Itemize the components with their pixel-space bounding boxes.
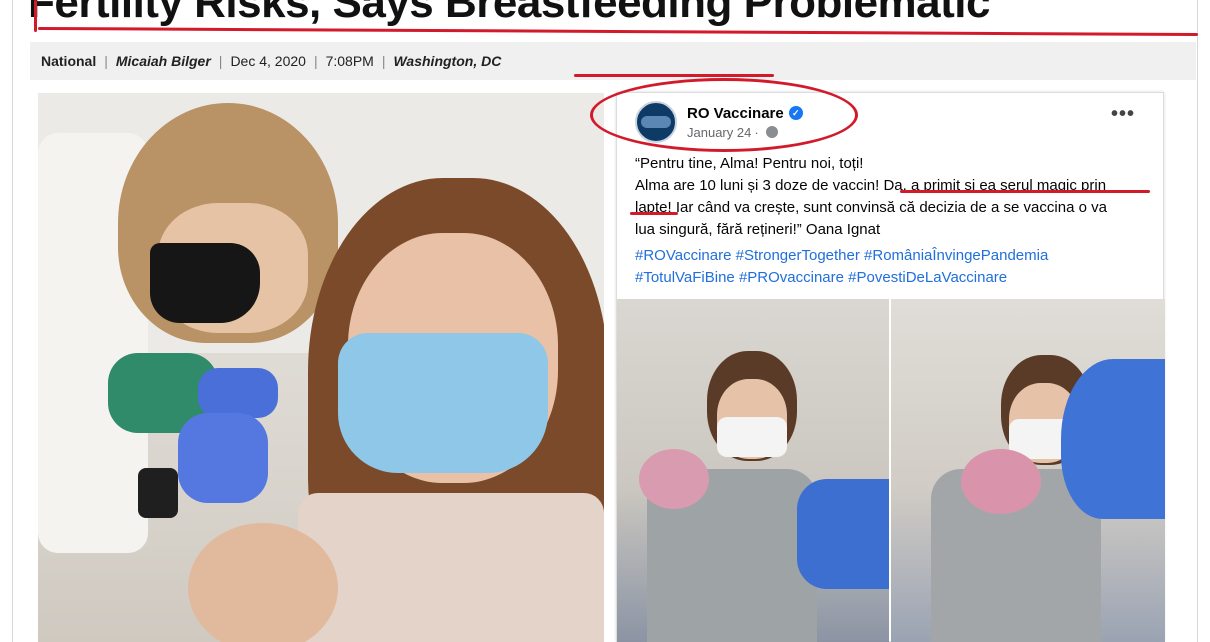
nurse-glove bbox=[198, 368, 278, 418]
hashtag-line[interactable]: #ROVaccinare #StrongerTogether #RomâniaÎ… bbox=[635, 245, 1151, 267]
page-name-red-circle bbox=[590, 78, 858, 152]
more-options-icon[interactable]: ••• bbox=[1111, 103, 1135, 126]
medic-blue-gown bbox=[1061, 359, 1165, 519]
post-hashtags: #ROVaccinare #StrongerTogether #RomâniaÎ… bbox=[635, 245, 1151, 289]
byline-location: Washington, DC bbox=[393, 53, 502, 69]
mother-top bbox=[298, 493, 604, 642]
vaccination-photo bbox=[38, 93, 604, 642]
facebook-post-card: RO Vaccinare ✓ January 24 · ••• “Pentru … bbox=[616, 92, 1165, 642]
baby-pink-hat bbox=[639, 449, 709, 509]
post-text-line: “Pentru tine, Alma! Pentru noi, toți! bbox=[635, 155, 864, 172]
post-image-2[interactable] bbox=[891, 299, 1165, 642]
mother-mask bbox=[717, 417, 787, 457]
nurse-black-mask bbox=[150, 243, 260, 323]
nurse-glove-2 bbox=[178, 413, 268, 503]
post-text: “Pentru tine, Alma! Pentru noi, toți! Al… bbox=[635, 153, 1151, 241]
medic-blue-gown bbox=[797, 479, 889, 589]
mother-blue-mask bbox=[338, 333, 548, 473]
hashtag-line[interactable]: #TotulVaFiBine #PROvaccinare #PovestiDeL… bbox=[635, 267, 1151, 289]
post-text-line: Alma are 10 luni și 3 doze de vaccin! Da… bbox=[635, 177, 1107, 194]
byline-date: Dec 4, 2020 bbox=[230, 53, 306, 69]
post-image-1[interactable] bbox=[617, 299, 889, 642]
baby-head bbox=[188, 523, 338, 642]
post-text-line: lua singură, fără rețineri!” Oana Ignat bbox=[635, 221, 881, 238]
smartwatch bbox=[138, 468, 178, 518]
quote-red-underline-1 bbox=[900, 190, 1150, 193]
quote-red-underline-2 bbox=[630, 212, 678, 215]
article-headline: Fertility Risks, Says Breastfeeding Prob… bbox=[28, 0, 991, 27]
byline-time: 7:08PM bbox=[325, 53, 374, 69]
post-text-line: lapte! Iar când va crește, sunt convinsă… bbox=[635, 199, 1107, 216]
byline-section[interactable]: National bbox=[41, 53, 96, 69]
headline-red-underline-left bbox=[34, 0, 37, 32]
page-name-red-stroke bbox=[574, 74, 774, 77]
byline-author[interactable]: Micaiah Bilger bbox=[116, 53, 211, 69]
baby-pink-hat bbox=[961, 449, 1041, 514]
